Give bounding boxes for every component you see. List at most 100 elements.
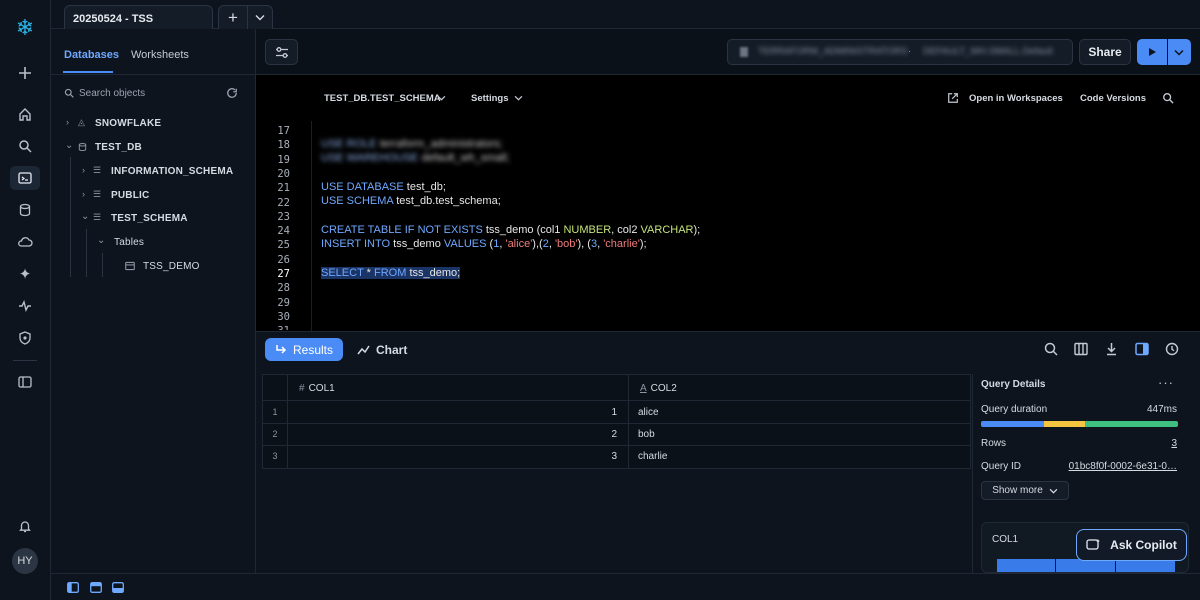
context-selector[interactable]: TERRAFORM_ADMINISTRATORS · DEFAULT_WH.SM… [727,39,1073,65]
object-search-input[interactable]: Search objects [60,84,246,104]
home-icon[interactable] [10,102,40,126]
line-number: 23 [277,211,290,223]
rows-value[interactable]: 3 [1171,438,1177,449]
more-options-icon[interactable]: ··· [1158,375,1174,390]
sql-keyword: CREATE TABLE IF NOT EXISTS [321,224,483,236]
chart-tab-button[interactable]: Chart [357,341,417,359]
search-icon[interactable] [1044,342,1058,356]
results-tab-button[interactable]: Results [265,338,343,361]
code-line-21: USE DATABASE test_db; [321,181,446,193]
duration-segment [981,421,1045,427]
histogram-divider [1115,559,1116,572]
chart-line-icon [357,345,370,355]
left-panel-toggle-icon[interactable] [67,582,79,593]
duration-value: 447ms [1146,404,1177,415]
line-number: 29 [277,297,290,309]
context-dropdown[interactable]: TEST_DB.TEST_SCHEMA [324,93,441,104]
new-tab-button[interactable]: + [218,5,248,29]
sql-text: tss_demo (col1 [482,224,564,236]
sql-string: 'bob' [554,238,578,250]
share-button[interactable]: Share [1079,39,1131,65]
data-icon[interactable] [10,198,40,222]
sql-keyword: SELECT [321,267,364,279]
chevron-down-icon[interactable] [437,95,446,101]
columns-icon[interactable] [1074,342,1088,356]
search-icon[interactable] [1162,92,1174,104]
run-button[interactable] [1137,39,1167,65]
details-panel-icon[interactable] [1135,342,1149,356]
column-header-col2[interactable]: A COL2 [640,383,677,394]
external-link-icon[interactable] [947,92,959,104]
tree-item-tables[interactable]: ⌄ Tables [96,235,246,250]
row-number: 3 [272,451,278,461]
role-icon [740,47,748,57]
activity-icon[interactable] [10,294,40,318]
tree-item-label: INFORMATION_SCHEMA [111,166,234,177]
download-icon[interactable] [1105,342,1118,356]
table-row[interactable]: 3 3 charlie [263,446,970,468]
query-id-link[interactable]: 01bc8f0f-0002-6e31-0… [1069,461,1177,472]
worksheet-tab[interactable]: 20250524 - TSS [64,5,213,29]
history-clock-icon[interactable] [1165,342,1179,356]
table-row[interactable]: 2 2 bob [263,424,970,446]
histogram-divider [1055,559,1056,572]
tree-item-test-schema[interactable]: ⌄ ☰ TEST_SCHEMA [80,211,250,226]
show-more-button[interactable]: Show more [981,481,1069,500]
tab-databases[interactable]: Databases [64,49,119,61]
sql-text: tss_demo [390,238,444,250]
settings-dropdown[interactable]: Settings [471,93,508,104]
run-options-button[interactable] [1168,39,1191,65]
open-in-workspaces-link[interactable]: Open in Workspaces [969,93,1063,104]
cloud-icon[interactable] [10,230,40,254]
number-type-icon: # [299,383,305,394]
editor-context-bar: TEST_DB.TEST_SCHEMA Settings Open in Wor… [256,75,1200,121]
tree-item-tss-demo[interactable]: TSS_DEMO [112,260,252,274]
governance-shield-icon[interactable] [10,326,40,350]
panel-toggle-icon[interactable] [10,370,40,394]
sql-keyword: USE DATABASE [321,181,404,193]
tree-item-test-db[interactable]: ⌄ TEST_DB [64,140,244,155]
row-number: 2 [272,429,278,439]
top-panel-toggle-icon[interactable] [90,582,102,593]
text-type-icon: A [640,383,647,394]
sql-text: ); [693,224,701,236]
column-header-col1[interactable]: # COL1 [299,383,335,394]
snowflake-logo-icon[interactable]: ❄ [10,14,40,42]
ai-sparkle-icon[interactable]: ✦ [10,262,40,286]
search-icon[interactable] [10,134,40,158]
show-more-label: Show more [992,485,1043,496]
plus-icon[interactable] [10,61,40,85]
filter-settings-button[interactable] [265,39,298,65]
tree-item-snowflake[interactable]: › ◬ SNOWFLAKE [64,117,244,131]
tree-item-information-schema[interactable]: › ☰ INFORMATION_SCHEMA [80,165,250,179]
tab-worksheets[interactable]: Worksheets [131,49,189,61]
user-avatar[interactable]: HY [12,548,38,574]
sql-text: , col2 [611,224,641,236]
tree-guide-line [86,229,87,277]
gutter-divider [311,121,312,331]
chevron-down-icon[interactable] [514,95,523,101]
line-number: 31 [256,325,290,330]
bell-icon[interactable] [10,514,40,538]
sql-text: ), ( [577,238,591,250]
sql-text: ); [639,238,647,250]
line-number: 25 [277,239,290,251]
rows-label: Rows [981,438,1007,449]
tree-guide-line [102,253,103,277]
refresh-icon[interactable] [226,87,238,99]
sql-keyword: USE SCHEMA [321,195,394,207]
worksheets-icon[interactable] [10,166,40,190]
line-number: 24 [277,225,290,237]
tab-menu-button[interactable] [248,5,273,29]
ask-copilot-button[interactable]: Ask Copilot [1076,529,1187,561]
table-row[interactable]: 1 1 alice [263,402,970,424]
duration-breakdown-bar[interactable] [981,421,1178,427]
sql-keyword: VALUES [443,238,487,250]
bottom-panel-toggle-icon[interactable] [112,582,124,593]
rail-divider [13,360,37,361]
row-number: 1 [272,407,278,417]
blurred-text: default_wh_small; [421,152,510,164]
table-icon [125,261,135,271]
tree-item-public[interactable]: › ☰ PUBLIC [80,189,250,203]
code-versions-link[interactable]: Code Versions [1080,93,1146,104]
